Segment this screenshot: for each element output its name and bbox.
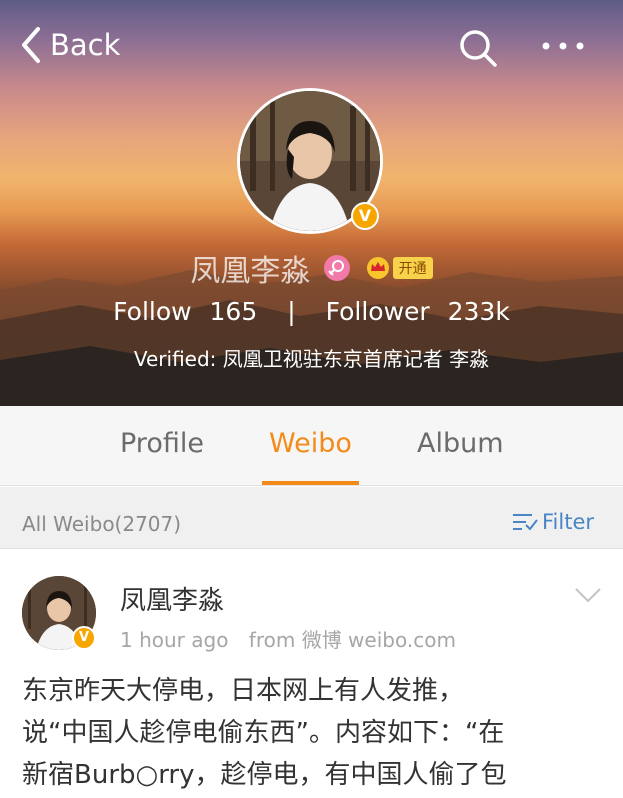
post-source: from 微博 weibo.com [248,628,456,652]
back-label: Back [50,28,121,62]
profile-tabs: Profile Weibo Album [0,406,623,486]
tab-album[interactable]: Album [417,428,504,459]
follow-count-link[interactable]: Follow 165 [113,297,257,326]
filter-bar: All Weibo(2707) Filter [0,487,623,549]
back-button[interactable]: Back [20,26,120,64]
filter-icon [513,514,538,531]
post-text-line: 东京昨天大停电，日本网上有人发推， [22,676,465,706]
vip-open-label: 开通 [392,257,433,279]
vip-open-button[interactable]: 开通 [365,256,433,280]
follow-stats: Follow 165 | Follower 233k [0,297,623,326]
verified-v-icon: V [72,626,96,650]
post-meta: 1 hour ago from 微博 weibo.com [120,624,456,653]
follow-label: Follow [113,297,192,326]
more-dots-icon[interactable] [540,38,586,54]
verified-info: Verified: 凤凰卫视驻东京首席记者 李淼 [133,347,490,371]
follower-count: 233k [447,297,510,326]
profile-header: Back V 凤凰李淼 开通 Follow 165 | Follower 233… [0,0,623,406]
follower-count-link[interactable]: Follower 233k [326,297,510,326]
female-gender-icon [323,255,350,281]
weibo-post: V 凤凰李淼 1 hour ago from 微博 weibo.com 东京昨天… [0,550,623,798]
chevron-left-icon [22,27,40,63]
search-icon[interactable] [458,28,498,68]
chevron-down-icon[interactable] [574,586,602,604]
follow-count: 165 [209,297,258,326]
filter-button[interactable]: Filter [512,510,594,534]
tab-profile[interactable]: Profile [120,428,204,459]
all-weibo-count: All Weibo(2707) [22,512,182,536]
post-author-name[interactable]: 凤凰李淼 [120,580,224,617]
tab-weibo[interactable]: Weibo [269,428,352,459]
post-text-line: 说“中国人趁停电偷东西”。内容如下：“在 [22,718,505,748]
verified-v-icon: V [351,202,379,230]
vip-crown-icon [366,257,389,279]
profile-avatar[interactable]: V [237,88,383,234]
follower-label: Follower [325,297,430,326]
profile-name: 凤凰李淼 [190,254,311,289]
stats-separator: | [287,297,296,326]
filter-label: Filter [542,510,595,534]
profile-name-row: 凤凰李淼 开通 [0,246,623,290]
post-text-line: 新宿Burb○rry，趁停电，有中国人偷了包 [22,760,507,790]
post-time: 1 hour ago [120,628,229,652]
active-tab-indicator [262,481,359,485]
post-body[interactable]: 东京昨天大停电，日本网上有人发推， 说“中国人趁停电偷东西”。内容如下：“在 新… [22,670,607,796]
